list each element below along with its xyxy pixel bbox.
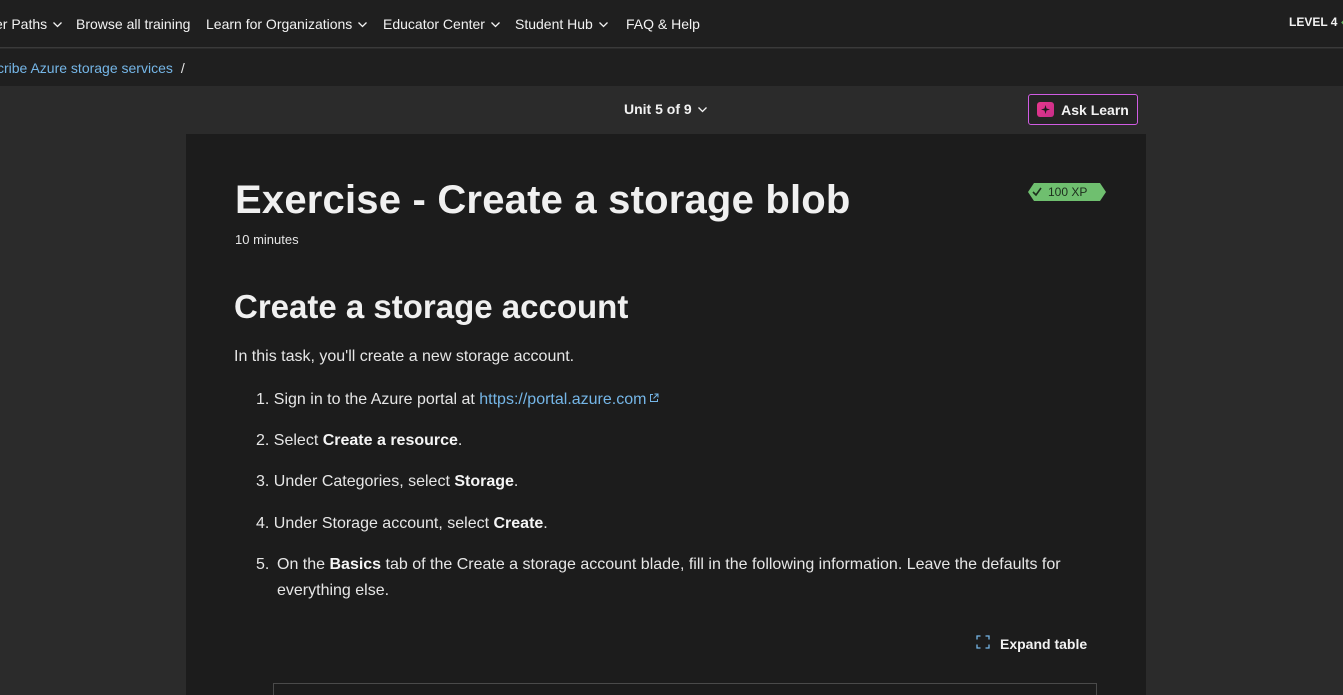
level-label: LEVEL 4	[1289, 15, 1338, 29]
step-text: Under Categories, select	[273, 473, 455, 490]
step-number: 2.	[256, 432, 270, 449]
step-number: 4.	[256, 515, 270, 532]
list-item: 2. Select Create a resource.	[256, 428, 1076, 454]
nav-student-hub[interactable]: Student Hub	[515, 14, 609, 34]
step-text-end: tab of the Create a storage account blad…	[277, 556, 1061, 599]
azure-portal-link[interactable]: https://portal.azure.com	[479, 391, 659, 408]
breadcrumb-link-module[interactable]: cribe Azure storage services	[0, 60, 173, 76]
duration: 10 minutes	[235, 232, 299, 247]
chevron-down-icon	[490, 19, 501, 30]
nav-faq-label: FAQ & Help	[626, 16, 700, 32]
azure-portal-link-text: https://portal.azure.com	[479, 391, 647, 408]
nav-student-hub-label: Student Hub	[515, 16, 593, 32]
fullscreen-icon	[976, 635, 990, 652]
step-emphasis: Create a resource	[322, 432, 458, 449]
step-emphasis: Create	[493, 515, 544, 532]
top-nav: er Paths Browse all training Learn for O…	[0, 0, 1343, 48]
nav-educator-label: Educator Center	[383, 16, 485, 32]
step-emphasis: Storage	[454, 473, 514, 490]
expand-table-button[interactable]: Expand table	[976, 635, 1087, 652]
breadcrumb: cribe Azure storage services /	[0, 60, 185, 76]
step-number: 1.	[256, 391, 270, 408]
xp-label: 100 XP	[1048, 185, 1088, 199]
external-link-icon	[649, 386, 659, 412]
step-number: 5.	[256, 556, 270, 573]
step-text-end: .	[457, 432, 463, 449]
breadcrumb-bar: cribe Azure storage services /	[0, 49, 1343, 86]
list-item: 5. On the Basics tab of the Create a sto…	[256, 552, 1076, 604]
nav-career-paths[interactable]: er Paths	[0, 14, 63, 34]
chevron-down-icon	[697, 104, 708, 115]
step-text-end: .	[543, 515, 548, 532]
ask-learn-button[interactable]: Ask Learn	[1028, 94, 1138, 125]
step-text: On the	[277, 556, 330, 573]
step-number: 3.	[256, 473, 270, 490]
nav-career-paths-label: er Paths	[0, 16, 48, 32]
user-level[interactable]: LEVEL 4	[1289, 15, 1343, 29]
page-title: Exercise - Create a storage blob	[235, 178, 851, 222]
expand-table-label: Expand table	[1000, 635, 1088, 652]
step-body: On the Basics tab of the Create a storag…	[273, 552, 1076, 604]
section-heading: Create a storage account	[234, 288, 629, 325]
step-text-end: .	[513, 473, 519, 490]
nav-faq-help[interactable]: FAQ & Help	[626, 14, 700, 34]
step-text: Select	[273, 432, 323, 449]
ask-learn-label: Ask Learn	[1061, 101, 1129, 118]
xp-badge: 100 XP	[1028, 183, 1106, 201]
intro-text: In this task, you'll create a new storag…	[234, 348, 575, 365]
unit-selector[interactable]: Unit 5 of 9	[624, 101, 708, 117]
step-emphasis: Basics	[329, 556, 382, 573]
chevron-down-icon	[598, 19, 609, 30]
list-item: 3. Under Categories, select Storage.	[256, 469, 1076, 495]
chevron-down-icon	[52, 19, 63, 30]
nav-browse-label: Browse all training	[76, 16, 191, 32]
nav-organizations-label: Learn for Organizations	[206, 16, 353, 32]
chevron-down-icon	[357, 19, 368, 30]
list-item: 1. Sign in to the Azure portal at https:…	[256, 386, 1076, 413]
copilot-sparkle-icon	[1037, 102, 1055, 117]
info-table	[273, 683, 1097, 695]
step-text: Under Storage account, select	[273, 515, 494, 532]
content-panel: Exercise - Create a storage blob 100 XP …	[186, 134, 1146, 695]
nav-learn-for-organizations[interactable]: Learn for Organizations	[206, 14, 368, 34]
unit-selector-label: Unit 5 of 9	[624, 101, 692, 117]
list-item: 4. Under Storage account, select Create.	[256, 511, 1076, 537]
nav-browse-all-training[interactable]: Browse all training	[76, 14, 190, 34]
breadcrumb-separator: /	[180, 60, 185, 76]
nav-educator-center[interactable]: Educator Center	[383, 14, 501, 34]
step-text: Sign in to the Azure portal at	[273, 391, 480, 408]
